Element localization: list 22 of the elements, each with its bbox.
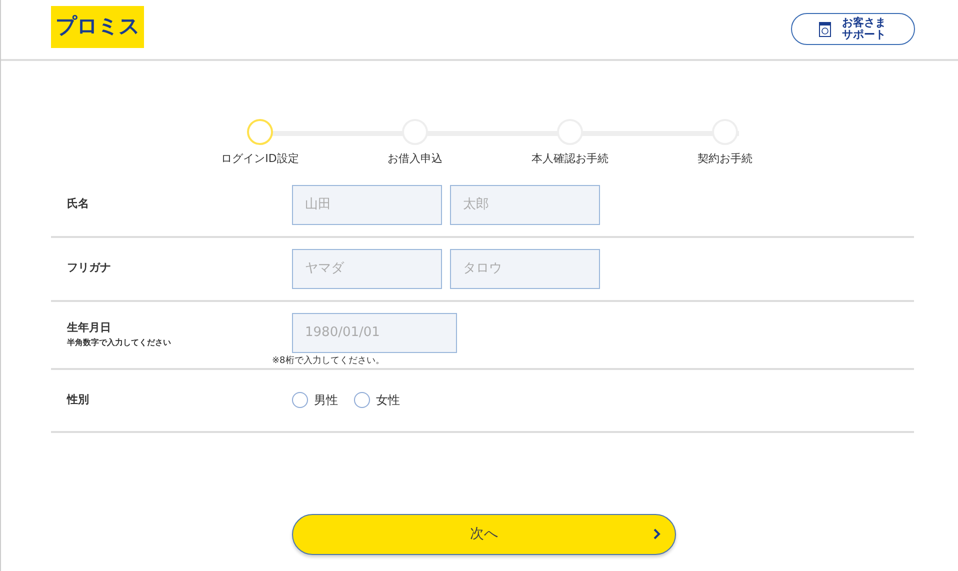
step-label: お借入申込 (388, 151, 442, 167)
field-hint: 半角数字で入力してください (67, 336, 172, 349)
step-label: 本人確認お手続 (532, 151, 608, 167)
logo[interactable]: プロミス (51, 6, 144, 48)
field-label: 生年月日 (67, 320, 112, 336)
field-note: ※8桁で入力してください。 (272, 354, 386, 368)
field-label: フリガナ (67, 260, 112, 276)
step-label: 契約お手続 (698, 151, 752, 167)
step-label: ログインID設定 (221, 151, 299, 167)
support-button[interactable]: お客さまサポート (791, 13, 915, 45)
radio-option[interactable]: 女性 (354, 391, 400, 409)
input-field[interactable]: 太郎 (450, 184, 600, 224)
chevron-icon (653, 528, 661, 540)
field-label: 氏名 (67, 196, 90, 212)
radio-option[interactable]: 男性 (292, 391, 338, 409)
input-field[interactable]: 山田 (292, 184, 442, 224)
field-label: 性別 (67, 392, 90, 408)
date-field[interactable]: 1980/01/01 (292, 312, 457, 353)
input-field[interactable]: ヤマダ (292, 248, 442, 288)
help-icon (819, 22, 832, 36)
next-button[interactable]: 次へ (292, 514, 676, 554)
input-field[interactable]: タロウ (450, 248, 600, 288)
